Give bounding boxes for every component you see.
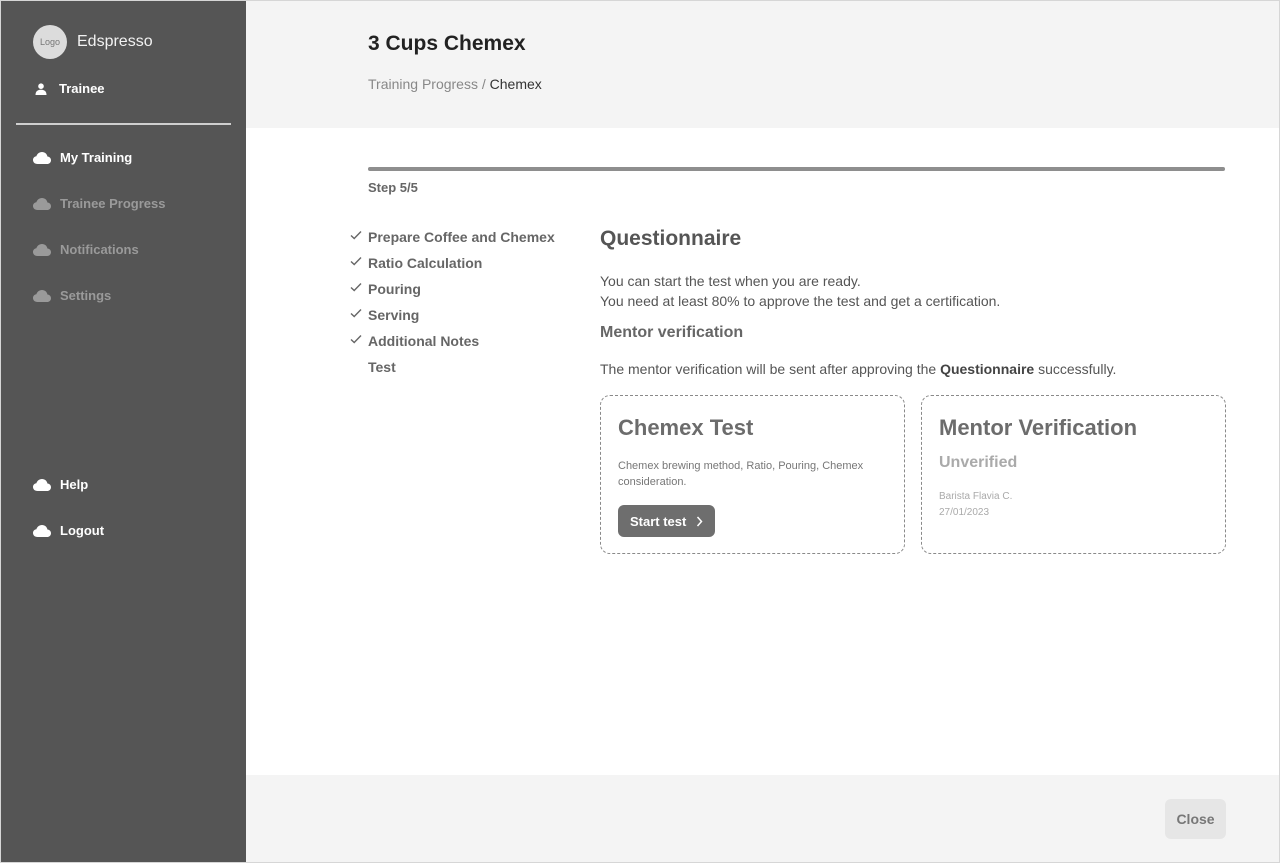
cloud-icon [33,289,51,302]
note-text: The mentor verification will be sent aft… [600,361,937,377]
questionnaire-title: Questionnaire [600,227,742,250]
check-icon [350,335,362,344]
mentor-meta: Barista Flavia C. 27/01/2023 [939,489,1012,521]
mentor-verification-heading: Mentor verification [600,324,744,341]
chevron-right-icon [697,516,703,526]
check-icon [350,283,362,292]
mentor-verification-card: Mentor Verification Unverified Barista F… [921,395,1226,554]
step-label: Test [368,359,396,375]
cloud-icon [33,151,51,164]
sidebar-item-settings[interactable]: Settings [33,288,111,303]
step-counter: Step 5/5 [368,180,418,195]
logo: Logo [33,25,67,59]
sidebar-item-trainee-progress[interactable]: Trainee Progress [33,196,166,211]
step-label: Prepare Coffee and Chemex [368,229,555,245]
step-label: Additional Notes [368,333,480,349]
sidebar-item-notifications[interactable]: Notifications [33,242,139,257]
mentor-verification-note: The mentor verification will be sent aft… [600,361,1116,377]
cloud-icon [33,243,51,256]
card-description: Chemex brewing method, Ratio, Pouring, C… [618,460,864,488]
close-button[interactable]: Close [1165,799,1226,839]
page-title: 3 Cups Chemex [368,32,526,55]
breadcrumb-separator: / [481,76,486,92]
user-icon [35,82,47,95]
cloud-icon [33,478,51,491]
breadcrumb-current: Chemex [489,76,542,92]
chemex-test-card: Chemex Test Chemex brewing method, Ratio… [600,395,905,554]
note-bold: Questionnaire [940,361,1035,377]
cloud-icon [33,197,51,210]
start-test-button[interactable]: Start test [618,505,716,537]
button-label: Start test [630,513,687,529]
check-icon [350,257,362,266]
breadcrumb: Training Progress / Chemex [368,76,542,92]
card-title: Chemex Test [618,415,754,440]
step-item-additional-notes[interactable]: Additional Notes [350,331,555,357]
verification-date: 27/01/2023 [939,507,990,518]
sidebar-item-logout[interactable]: Logout [33,523,104,538]
step-item-prepare-coffee[interactable]: Prepare Coffee and Chemex [350,227,555,253]
sidebar-item-label: Settings [60,288,112,303]
check-icon [350,231,362,240]
cloud-icon [33,524,51,537]
sidebar-item-label: Help [60,477,89,492]
sidebar-item-label: Logout [60,523,105,538]
app-name: Edspresso [77,33,153,50]
sidebar-item-help[interactable]: Help [33,477,88,492]
progress-bar [368,167,1225,171]
brand: Logo Edspresso [33,25,153,59]
step-label: Pouring [368,281,421,297]
step-label: Ratio Calculation [368,255,483,271]
sidebar-item-label: Trainee Progress [60,196,166,211]
sidebar-item-my-training[interactable]: My Training [33,150,132,165]
card-title: Mentor Verification [939,415,1138,440]
check-icon [350,309,362,318]
step-item-pouring[interactable]: Pouring [350,279,555,305]
sidebar-item-label: Notifications [60,242,139,257]
steps-list: Prepare Coffee and Chemex Ratio Calculat… [350,227,555,383]
sidebar: Logo Edspresso Trainee My Training Train… [1,1,246,862]
step-item-serving[interactable]: Serving [350,305,555,331]
sidebar-item-label: My Training [60,150,133,165]
page-footer: Close [246,775,1279,862]
sidebar-divider [16,123,231,125]
mentor-name: Barista Flavia C. [939,491,1013,502]
questionnaire-instructions: You can start the test when you are read… [600,271,1000,311]
step-item-test[interactable]: Test [350,357,555,383]
step-item-ratio-calculation[interactable]: Ratio Calculation [350,253,555,279]
instruction-line: You can start the test when you are read… [600,273,861,289]
step-label: Serving [368,307,420,323]
user-role-label: Trainee [59,81,105,96]
verification-status: Unverified [939,454,1018,471]
note-text: successfully. [1038,361,1117,377]
progress-bar-fill [368,167,1225,171]
user-role: Trainee [35,81,105,96]
page-header: 3 Cups Chemex Training Progress / Chemex [246,1,1279,128]
instruction-line: You need at least 80% to approve the tes… [600,293,1001,309]
breadcrumb-training-progress[interactable]: Training Progress [368,76,478,92]
